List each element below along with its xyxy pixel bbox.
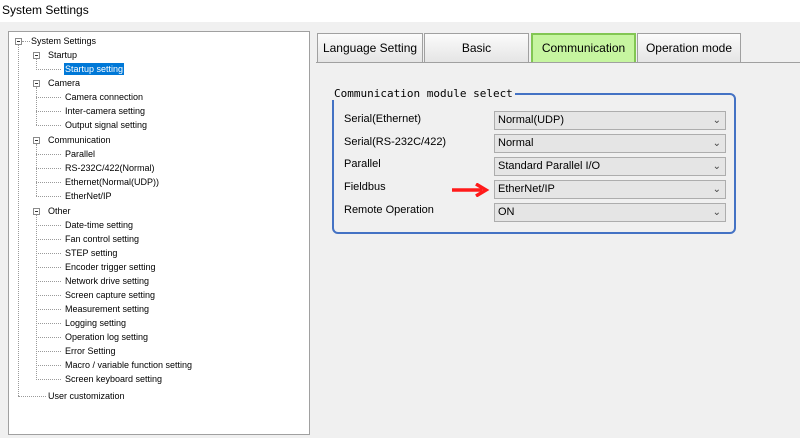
tree-item-fan-control[interactable]: Fan control setting <box>64 233 140 245</box>
tree-item-ethernet[interactable]: Ethernet(Normal(UDP)) <box>64 176 160 188</box>
tree-item-error-setting[interactable]: Error Setting <box>64 345 117 357</box>
tree-item-rs232c[interactable]: RS-232C/422(Normal) <box>64 162 156 174</box>
tree-connector <box>36 351 61 352</box>
tree-item-logging[interactable]: Logging setting <box>64 317 127 329</box>
red-arrow-icon <box>452 183 490 197</box>
tree-item-screen-capture[interactable]: Screen capture setting <box>64 289 156 301</box>
collapse-icon[interactable] <box>33 137 40 144</box>
select-value: ON <box>498 206 515 218</box>
tree-item-user-customization[interactable]: User customization <box>47 390 126 402</box>
tree-connector <box>36 196 61 197</box>
tree-item-step[interactable]: STEP setting <box>64 247 118 259</box>
tree-connector <box>36 253 61 254</box>
label-serial-rs232c: Serial(RS-232C/422) <box>344 136 447 148</box>
tree-item-screen-keyboard[interactable]: Screen keyboard setting <box>64 373 163 385</box>
tree-group-communication[interactable]: Communication <box>47 134 112 146</box>
tree-item-date-time[interactable]: Date-time setting <box>64 219 134 231</box>
tree-connector <box>36 59 37 68</box>
tab-communication[interactable]: Communication <box>531 33 636 63</box>
collapse-icon[interactable] <box>33 52 40 59</box>
tree-connector <box>36 309 61 310</box>
chevron-down-icon[interactable]: ⌄ <box>713 206 721 220</box>
chevron-down-icon[interactable]: ⌄ <box>713 183 721 197</box>
tree-connector <box>36 154 61 155</box>
collapse-icon[interactable] <box>33 80 40 87</box>
tree-item-inter-camera-setting[interactable]: Inter-camera setting <box>64 105 146 117</box>
select-fieldbus[interactable]: EtherNet/IP ⌄ <box>494 180 726 199</box>
tab-operation-mode[interactable]: Operation mode <box>637 33 741 63</box>
tree-connector <box>36 295 61 296</box>
tree-item-encoder-trigger[interactable]: Encoder trigger setting <box>64 261 157 273</box>
tree-item-camera-connection[interactable]: Camera connection <box>64 91 144 103</box>
tree-group-other[interactable]: Other <box>47 205 72 217</box>
tree-item-network-drive[interactable]: Network drive setting <box>64 275 150 287</box>
select-serial-rs232c[interactable]: Normal ⌄ <box>494 134 726 153</box>
tree-group-startup[interactable]: Startup <box>47 49 78 61</box>
chevron-down-icon[interactable]: ⌄ <box>713 137 721 151</box>
tree-item-output-signal-setting[interactable]: Output signal setting <box>64 119 148 131</box>
tree-item-macro-variable[interactable]: Macro / variable function setting <box>64 359 193 371</box>
tree-connector <box>36 69 61 70</box>
label-fieldbus: Fieldbus <box>344 181 386 193</box>
tree-root[interactable]: System Settings <box>30 35 97 47</box>
tree-item-operation-log[interactable]: Operation log setting <box>64 331 149 343</box>
tree-item-measurement[interactable]: Measurement setting <box>64 303 150 315</box>
tree-connector <box>36 125 61 126</box>
groupbox-title: Communication module select <box>332 87 515 100</box>
tree-connector <box>36 182 61 183</box>
tree-connector <box>36 111 61 112</box>
tree-connector <box>36 323 61 324</box>
tree-connector <box>36 281 61 282</box>
tree-connector <box>36 337 61 338</box>
label-remote-operation: Remote Operation <box>344 204 434 216</box>
settings-tree[interactable]: System Settings Startup Startup setting … <box>8 31 310 435</box>
tree-connector <box>36 365 61 366</box>
tree-item-startup-setting[interactable]: Startup setting <box>64 63 125 75</box>
tree-connector <box>18 45 19 396</box>
tree-connector <box>36 239 61 240</box>
tab-language-setting[interactable]: Language Setting <box>317 33 423 63</box>
select-parallel[interactable]: Standard Parallel I/O ⌄ <box>494 157 726 176</box>
chevron-down-icon[interactable]: ⌄ <box>713 160 721 174</box>
tab-basic[interactable]: Basic <box>424 33 529 63</box>
tree-connector <box>36 168 61 169</box>
tree-connector <box>36 267 61 268</box>
label-serial-ethernet: Serial(Ethernet) <box>344 113 422 125</box>
collapse-icon[interactable] <box>33 208 40 215</box>
window-title: System Settings <box>0 0 800 22</box>
select-serial-ethernet[interactable]: Normal(UDP) ⌄ <box>494 111 726 130</box>
tree-connector <box>36 97 61 98</box>
select-remote-operation[interactable]: ON ⌄ <box>494 203 726 222</box>
tab-strip-border <box>316 62 800 63</box>
tree-item-parallel[interactable]: Parallel <box>64 148 96 160</box>
tree-connector <box>36 225 61 226</box>
label-parallel: Parallel <box>344 158 381 170</box>
tree-group-camera[interactable]: Camera <box>47 77 81 89</box>
tree-connector <box>36 87 37 125</box>
select-value: Normal <box>498 137 534 149</box>
collapse-icon[interactable] <box>15 38 22 45</box>
select-value: Standard Parallel I/O <box>498 160 601 172</box>
select-value: EtherNet/IP <box>498 183 555 195</box>
tree-connector <box>36 379 61 380</box>
chevron-down-icon[interactable]: ⌄ <box>713 114 721 128</box>
tree-item-ethernet-ip[interactable]: EtherNet/IP <box>64 190 113 202</box>
tree-connector <box>22 41 30 42</box>
tree-connector <box>36 144 37 196</box>
select-value: Normal(UDP) <box>498 114 564 126</box>
tree-connector <box>18 396 46 397</box>
